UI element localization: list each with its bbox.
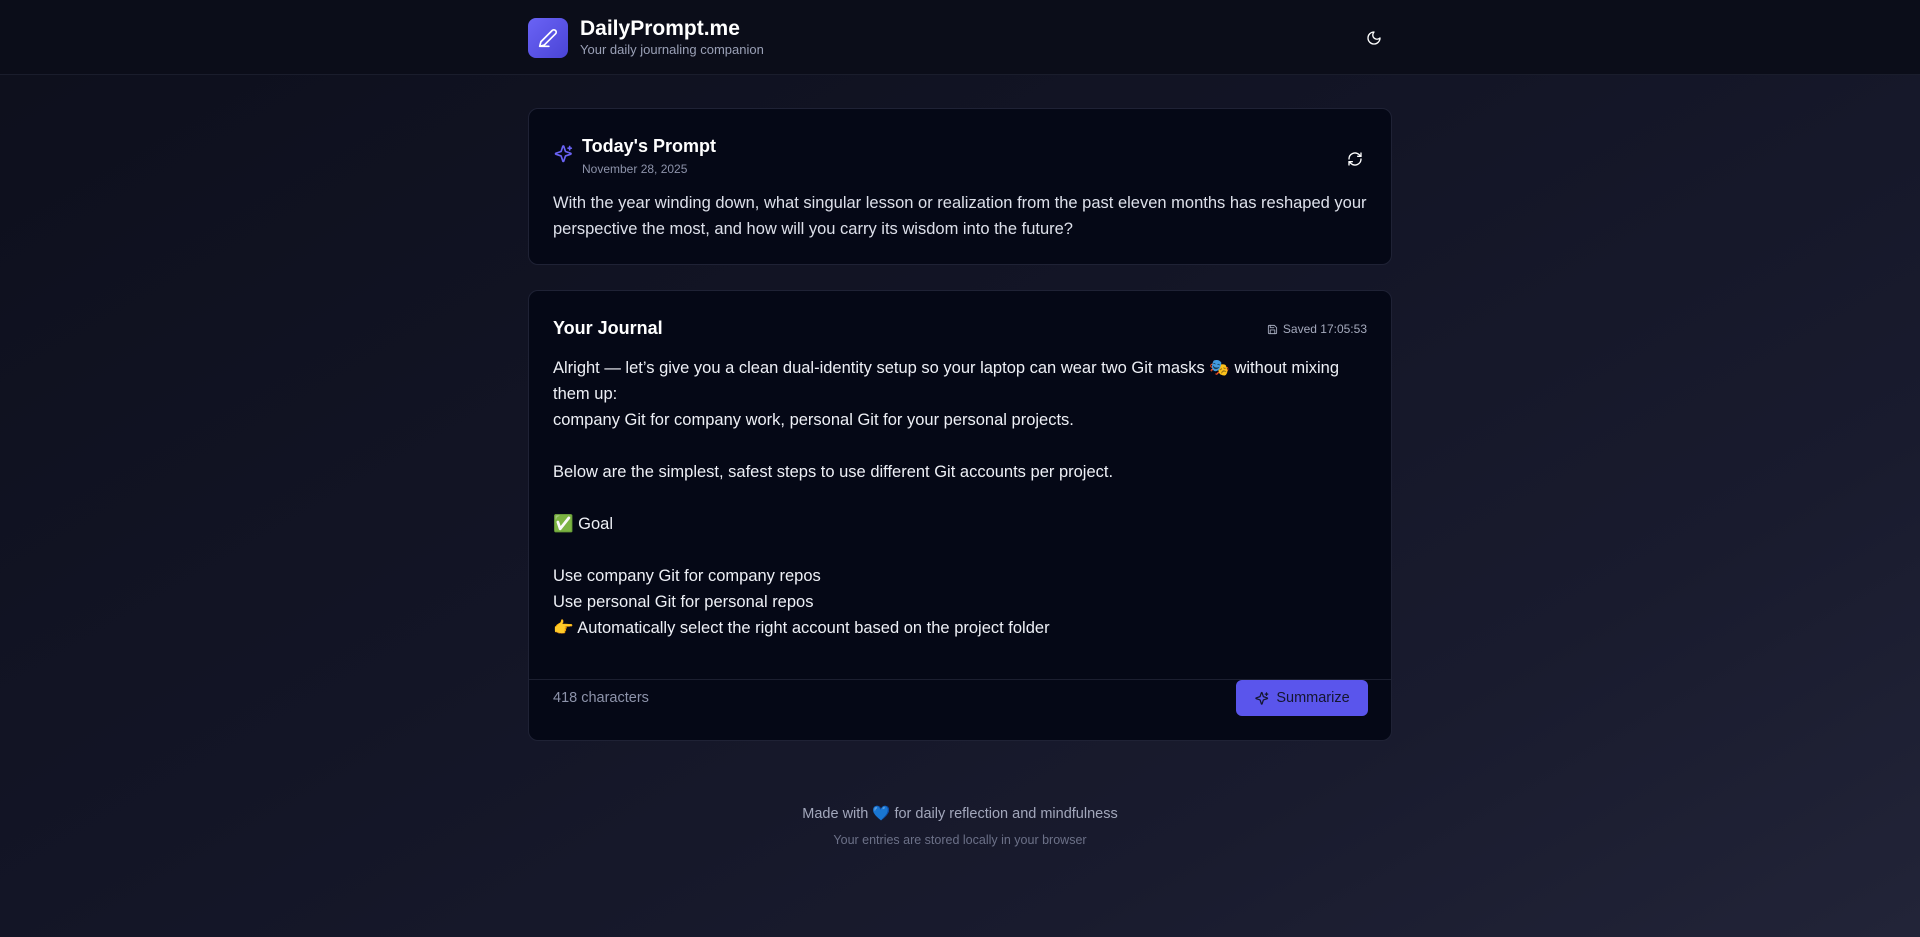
sparkles-icon <box>1255 691 1269 705</box>
pen-icon <box>528 17 568 58</box>
top-bar: DailyPrompt.me Your daily journaling com… <box>0 0 1920 75</box>
prompt-card: Today's Prompt November 28, 2025 With th… <box>528 108 1392 265</box>
save-icon <box>1267 324 1278 334</box>
refresh-prompt-button[interactable] <box>1341 145 1369 173</box>
footer-storage-note: Your entries are stored locally in your … <box>833 833 1087 847</box>
prompt-title: Today's Prompt <box>582 136 716 156</box>
journal-title: Your Journal <box>553 318 663 338</box>
moon-icon <box>1367 31 1381 45</box>
summarize-button[interactable]: Summarize <box>1236 680 1368 716</box>
refresh-icon <box>1348 152 1362 166</box>
journal-textarea[interactable]: Alright — let’s give you a clean dual-id… <box>553 355 1369 655</box>
character-count: 418 characters <box>553 690 649 706</box>
app-tagline: Your daily journaling companion <box>580 42 764 57</box>
theme-toggle-button[interactable] <box>1359 23 1389 53</box>
saved-label: Saved 17:05:53 <box>1282 322 1367 336</box>
sparkles-icon <box>553 144 573 169</box>
prompt-date: November 28, 2025 <box>582 162 688 176</box>
journal-card: Your Journal Saved 17:05:53 Alright — le… <box>528 290 1392 741</box>
footer-tagline: Made with 💙 for daily reflection and min… <box>802 806 1118 822</box>
app-name: DailyPrompt.me <box>580 17 740 40</box>
summarize-label: Summarize <box>1276 690 1350 706</box>
brand[interactable]: DailyPrompt.me Your daily journaling com… <box>528 17 764 58</box>
prompt-text: With the year winding down, what singula… <box>553 194 1367 238</box>
saved-status: Saved 17:05:53 <box>1267 322 1367 336</box>
